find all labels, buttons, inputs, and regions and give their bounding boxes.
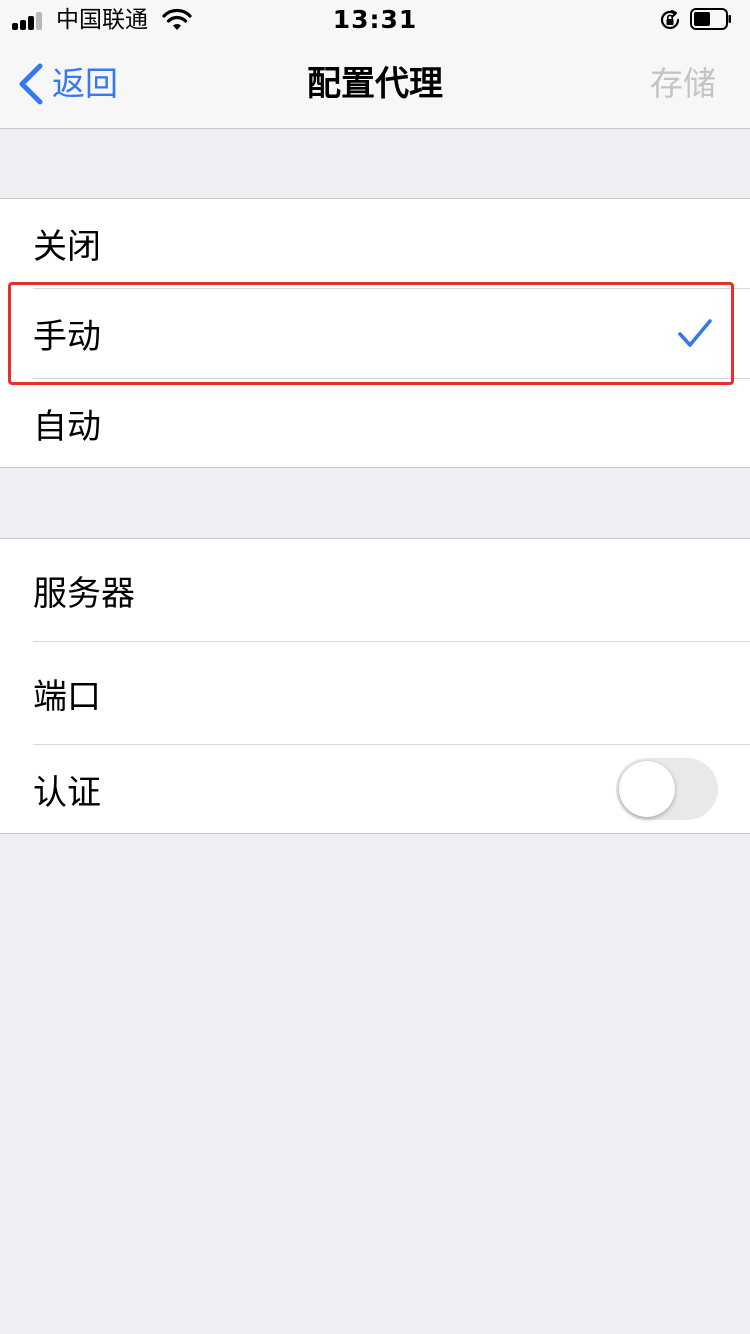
page-title: 配置代理 xyxy=(307,64,443,104)
option-label: 自动 xyxy=(33,406,101,447)
nav-bar: 返回 配置代理 存储 xyxy=(0,40,750,129)
option-auto[interactable]: 自动 xyxy=(0,379,750,467)
auth-label: 认证 xyxy=(33,772,101,813)
status-time: 13:31 xyxy=(332,5,418,34)
battery-icon xyxy=(690,8,731,30)
manual-settings-group: 服务器 端口 认证 xyxy=(0,538,750,834)
rotation-lock-icon xyxy=(660,9,680,29)
auth-toggle[interactable] xyxy=(616,758,718,820)
save-button[interactable]: 存储 xyxy=(650,62,716,106)
port-row[interactable]: 端口 xyxy=(0,642,750,744)
auth-row: 认证 xyxy=(0,745,750,833)
server-label: 服务器 xyxy=(33,573,135,614)
status-bar: 中国联通 13:31 xyxy=(0,0,750,40)
proxy-mode-group: 关闭 手动 自动 xyxy=(0,198,750,468)
option-label: 手动 xyxy=(33,317,101,357)
toggle-knob xyxy=(619,761,675,817)
option-label: 关闭 xyxy=(33,227,101,267)
port-label: 端口 xyxy=(33,676,101,717)
option-manual[interactable]: 手动 xyxy=(0,289,750,378)
checkmark-icon xyxy=(678,319,712,347)
option-off[interactable]: 关闭 xyxy=(0,199,750,288)
server-row[interactable]: 服务器 xyxy=(0,539,750,641)
